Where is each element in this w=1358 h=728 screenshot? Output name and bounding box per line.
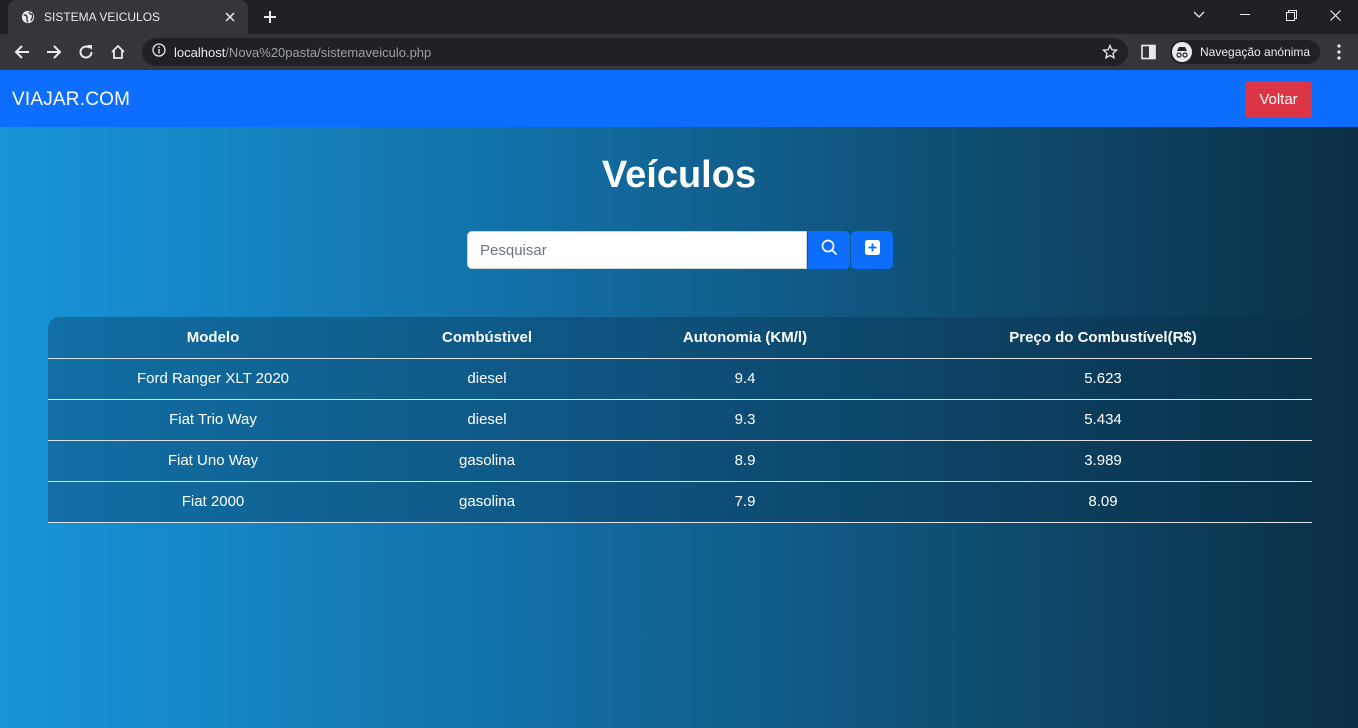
site-info-icon[interactable] — [152, 42, 166, 62]
plus-square-icon — [864, 240, 880, 260]
tab-search-chevron-icon[interactable] — [1176, 0, 1222, 30]
side-panel-icon[interactable] — [1141, 44, 1157, 60]
tab-title: SISTEMA VEICULOS — [44, 10, 161, 24]
cell-combustivel: diesel — [378, 399, 596, 441]
cell-autonomia: 9.3 — [596, 399, 894, 441]
add-vehicle-button[interactable] — [851, 231, 893, 269]
incognito-icon — [1172, 42, 1192, 62]
cell-autonomia: 9.4 — [596, 358, 894, 400]
site-navbar: VIAJAR.COM Voltar — [0, 70, 1358, 127]
cell-autonomia: 8.9 — [596, 440, 894, 482]
bookmark-star-icon[interactable] — [1101, 43, 1119, 60]
cell-autonomia: 7.9 — [596, 481, 894, 523]
page-title: Veículos — [601, 154, 757, 196]
cell-modelo: Fiat Uno Way — [48, 440, 378, 482]
cell-preco: 8.09 — [894, 481, 1312, 523]
brand-logo[interactable]: VIAJAR.COM — [12, 89, 130, 111]
table-header-row: Modelo Combústivel Autonomia (KM/l) Preç… — [48, 317, 1312, 359]
browser-menu-icon[interactable] — [1330, 42, 1348, 62]
incognito-label: Navegação anónima — [1200, 45, 1311, 59]
cell-modelo: Fiat Trio Way — [48, 399, 378, 441]
address-bar[interactable]: localhost/Nova%20pasta/sistemaveiculo.ph… — [142, 38, 1128, 66]
search-icon — [821, 239, 838, 261]
forward-arrow-icon[interactable] — [40, 38, 68, 66]
voltar-button[interactable]: Voltar — [1245, 81, 1312, 118]
browser-tab-bar: SISTEMA VEICULOS — [0, 0, 1358, 34]
table-row: Fiat Uno Way gasolina 8.9 3.989 — [48, 440, 1312, 482]
browser-toolbar: localhost/Nova%20pasta/sistemaveiculo.ph… — [0, 34, 1358, 70]
cell-preco: 5.434 — [894, 399, 1312, 441]
cell-preco: 3.989 — [894, 440, 1312, 482]
vehicles-table: Modelo Combústivel Autonomia (KM/l) Preç… — [48, 317, 1312, 523]
cell-combustivel: gasolina — [378, 481, 596, 523]
table-row: Fiat Trio Way diesel 9.3 5.434 — [48, 399, 1312, 441]
cell-modelo: Fiat 2000 — [48, 481, 378, 523]
close-tab-icon[interactable] — [222, 9, 238, 25]
table-row: Ford Ranger XLT 2020 diesel 9.4 5.623 — [48, 358, 1312, 400]
page-content: VIAJAR.COM Voltar Veículos Modelo Combús… — [0, 70, 1358, 728]
column-header-combustivel: Combústivel — [378, 317, 596, 359]
new-tab-button[interactable] — [258, 5, 282, 29]
column-header-autonomia: Autonomia (KM/l) — [596, 317, 894, 359]
home-icon[interactable] — [104, 38, 132, 66]
cell-combustivel: diesel — [378, 358, 596, 400]
restore-button[interactable] — [1268, 0, 1314, 30]
close-window-button[interactable] — [1312, 0, 1358, 30]
column-header-modelo: Modelo — [48, 317, 378, 359]
browser-tab[interactable]: SISTEMA VEICULOS — [8, 0, 248, 34]
back-arrow-icon[interactable] — [8, 38, 36, 66]
column-header-preco: Preço do Combustível(R$) — [894, 317, 1312, 359]
incognito-indicator[interactable]: Navegação anónima — [1170, 40, 1321, 64]
search-input[interactable] — [467, 231, 807, 269]
globe-icon — [20, 9, 36, 25]
url-text: localhost/Nova%20pasta/sistemaveiculo.ph… — [174, 44, 432, 60]
table-row: Fiat 2000 gasolina 7.9 8.09 — [48, 481, 1312, 523]
search-button[interactable] — [808, 231, 850, 269]
cell-combustivel: gasolina — [378, 440, 596, 482]
minimize-button[interactable] — [1222, 0, 1268, 30]
reload-icon[interactable] — [72, 38, 100, 66]
cell-modelo: Ford Ranger XLT 2020 — [48, 358, 378, 400]
cell-preco: 5.623 — [894, 358, 1312, 400]
